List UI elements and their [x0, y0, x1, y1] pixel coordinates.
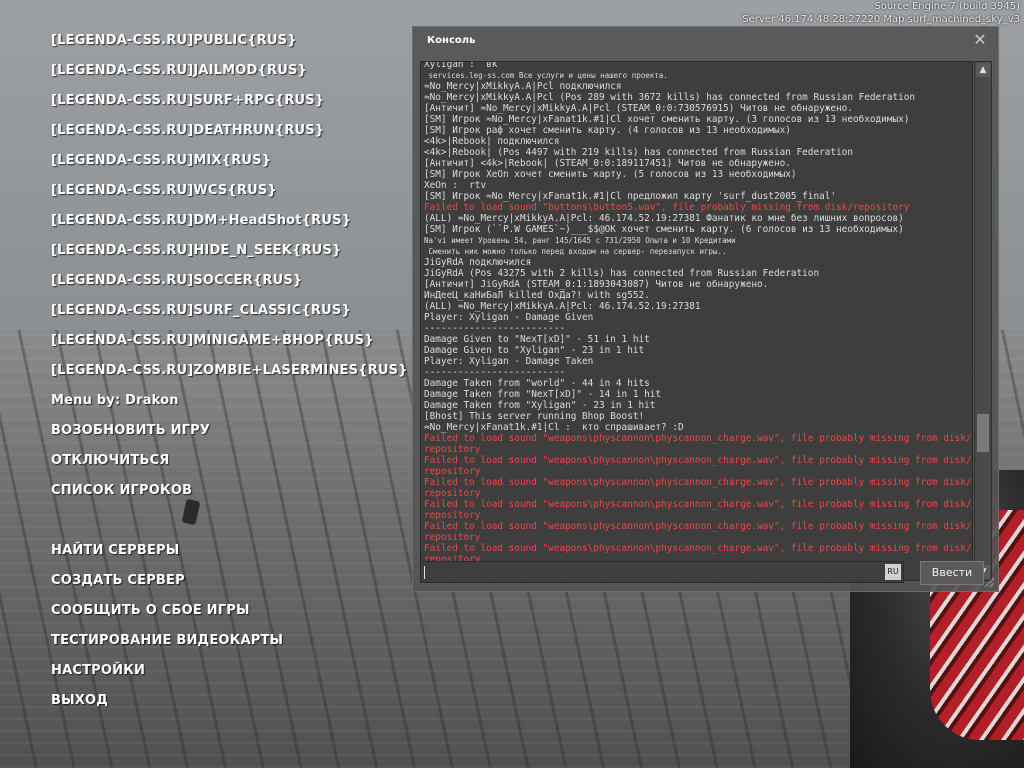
console-line: XeOn : rtv	[424, 180, 487, 191]
console-log[interactable]: Xyligan : вк services.leg-ss.com Все усл…	[420, 61, 973, 581]
close-icon[interactable]: ✕	[972, 31, 988, 49]
scrollbar-thumb[interactable]	[977, 414, 989, 452]
console-error-line: Failed to load sound "buttons\button5.wa…	[424, 202, 910, 213]
resume-game-button[interactable]: ВОЗОБНОВИТЬ ИГРУ	[51, 423, 210, 438]
console-title: Консоль	[427, 35, 476, 46]
server-link-dm-headshot[interactable]: [LEGENDA-CSS.RU]DM+HeadShot{RUS}	[51, 213, 351, 228]
console-error-line: Failed to load sound "weapons\physcannon…	[424, 521, 972, 543]
console-line: -------------------------	[424, 367, 566, 378]
console-line: (ALL) ≈No_Mercy|xMikkyA.A|Pcl: 46.174.52…	[424, 301, 701, 312]
server-link-hide-n-seek[interactable]: [LEGENDA-CSS.RU]HIDE_N_SEEK{RUS}	[51, 243, 341, 258]
console-line: ≈No_Mercy|xFanat1k.#1|Cl : кто спрашивае…	[424, 422, 684, 433]
scroll-up-arrow-icon[interactable]: ▲	[976, 63, 990, 77]
console-line: -------------------------	[424, 323, 566, 334]
console-line: Player: Xyligan - Damage Given	[424, 312, 594, 323]
server-link-mix[interactable]: [LEGENDA-CSS.RU]MIX{RUS}	[51, 153, 271, 168]
console-line: Damage Given to "NexT[xD]" - 51 in 1 hit	[424, 334, 650, 345]
console-log-lines: Xyligan : вк services.leg-ss.com Все усл…	[424, 61, 972, 565]
console-line: Player: Xyligan - Damage Taken	[424, 356, 594, 367]
console-line: ≈No_Mercy|xMikkyA.A|Pcl (Pos 289 with 36…	[424, 92, 916, 103]
console-line: services.leg-ss.com Все услуги и цены на…	[424, 71, 668, 80]
server-link-zombie[interactable]: [LEGENDA-CSS.RU]ZOMBIE+LASERMINES{RUS}	[51, 363, 408, 378]
server-link-surf-classic[interactable]: [LEGENDA-CSS.RU]SURF_CLASSIC{RUS}	[51, 303, 351, 318]
server-link-surf-rpg[interactable]: [LEGENDA-CSS.RU]SURF+RPG{RUS}	[51, 93, 324, 108]
console-line: [SM] Игрок ≈No_Mercy|xFanat1k.#1|Cl хоче…	[424, 114, 910, 125]
console-line: <4k>|Rebook| (Pos 4497 with 219 kills) h…	[424, 147, 853, 158]
exit-button[interactable]: ВЫХОД	[51, 693, 108, 708]
console-line: [Bhost] This server running Bhop Boost!	[424, 411, 645, 422]
server-link-soccer[interactable]: [LEGENDA-CSS.RU]SOCCER{RUS}	[51, 273, 302, 288]
console-line: JiGyRdA подключился	[424, 257, 532, 268]
console-line: [Античит] <4k>|Rebook| (STEAM_0:0:189117…	[424, 158, 791, 169]
video-test-button[interactable]: ТЕСТИРОВАНИЕ ВИДЕОКАРТЫ	[51, 633, 283, 648]
resize-grip-icon[interactable]	[984, 577, 994, 587]
console-command-input[interactable]: RU	[420, 561, 904, 583]
console-line: [SM] Игрок ≈No_Mercy|xFanat1k.#1|Cl пред…	[424, 191, 837, 202]
submit-button[interactable]: Ввести	[920, 561, 984, 585]
text-cursor	[424, 566, 425, 579]
console-line: Xyligan : вк	[424, 61, 498, 70]
console-line: [SM] Игрок XeOn хочет сменить карту. (5 …	[424, 169, 797, 180]
menu-credit: Menu by: Drakon	[51, 393, 179, 408]
console-error-line: Failed to load sound "weapons\physcannon…	[424, 499, 972, 521]
console-line: <4k>|Rebook| подключился	[424, 136, 560, 147]
console-line: [Античит] JiGyRdA (STEAM_0:1:1893043087)…	[424, 279, 769, 290]
settings-button[interactable]: НАСТРОЙКИ	[51, 663, 145, 678]
report-bug-button[interactable]: СООБЩИТЬ О СБОЕ ИГРЫ	[51, 603, 250, 618]
console-error-line: Failed to load sound "weapons\physcannon…	[424, 455, 972, 477]
create-server-button[interactable]: СОЗДАТЬ СЕРВЕР	[51, 573, 185, 588]
engine-build: Source Engine 7 (build 3945)	[874, 1, 1020, 12]
console-line: Damage Taken from "Xyligan" - 23 in 1 hi…	[424, 400, 656, 411]
console-line: Сменить ник можно только перед входом на…	[424, 247, 727, 256]
console-line: (ALL) ≈No_Mercy|xMikkyA.A|Pcl: 46.174.52…	[424, 213, 904, 224]
server-link-minigame-bhop[interactable]: [LEGENDA-CSS.RU]MINIGAME+BHOP{RUS}	[51, 333, 374, 348]
find-servers-button[interactable]: НАЙТИ СЕРВЕРЫ	[51, 543, 179, 558]
console-line: [Античит] ≈No_Mercy|xMikkyA.A|Pcl (STEAM…	[424, 103, 853, 114]
console-error-line: Failed to load sound "weapons\physcannon…	[424, 477, 972, 499]
console-error-line: Failed to load sound "weapons\physcannon…	[424, 433, 972, 455]
disconnect-button[interactable]: ОТКЛЮЧИТЬСЯ	[51, 453, 170, 468]
console-window: Консоль ✕ Xyligan : вк services.leg-ss.c…	[412, 26, 999, 592]
engine-info: Source Engine 7 (build 3945) Server 46.1…	[742, 0, 1020, 26]
console-line: [SM] Игрок раф хочет сменить карту. (4 г…	[424, 125, 791, 136]
console-line: Na'vi имеет Уровень 54, ранг 145/1645 с …	[424, 236, 736, 245]
console-line: Damage Taken from "NexT[xD]" - 14 in 1 h…	[424, 389, 662, 400]
console-line: Damage Given to "Xyligan" - 23 in 1 hit	[424, 345, 645, 356]
server-link-public[interactable]: [LEGENDA-CSS.RU]PUBLIC{RUS}	[51, 33, 297, 48]
console-scrollbar[interactable]: ▲ ▼	[974, 61, 992, 581]
console-line: Damage Taken from "world" - 44 in 4 hits	[424, 378, 650, 389]
console-line: ИнДееЦ_каНиБаЛ killed ОхДа?! with sg552.	[424, 290, 650, 301]
server-link-deathrun[interactable]: [LEGENDA-CSS.RU]DEATHRUN{RUS}	[51, 123, 324, 138]
keyboard-language-indicator: RU	[885, 564, 901, 580]
console-line: JiGyRdA (Pos 43275 with 2 kills) has con…	[424, 268, 820, 279]
server-link-wcs[interactable]: [LEGENDA-CSS.RU]WCS{RUS}	[51, 183, 277, 198]
console-line: ≈No_Mercy|xMikkyA.A|Pcl подключился	[424, 81, 622, 92]
server-info: Server 46.174.48.28:27220 Map surf_machi…	[742, 14, 1020, 25]
player-list-button[interactable]: СПИСОК ИГРОКОВ	[51, 483, 192, 498]
server-link-jailmod[interactable]: [LEGENDA-CSS.RU]JAILMOD{RUS}	[51, 63, 307, 78]
console-line: [SM] Игрок (``P.W GAMES`~)___$$@OK хочет…	[424, 224, 904, 235]
